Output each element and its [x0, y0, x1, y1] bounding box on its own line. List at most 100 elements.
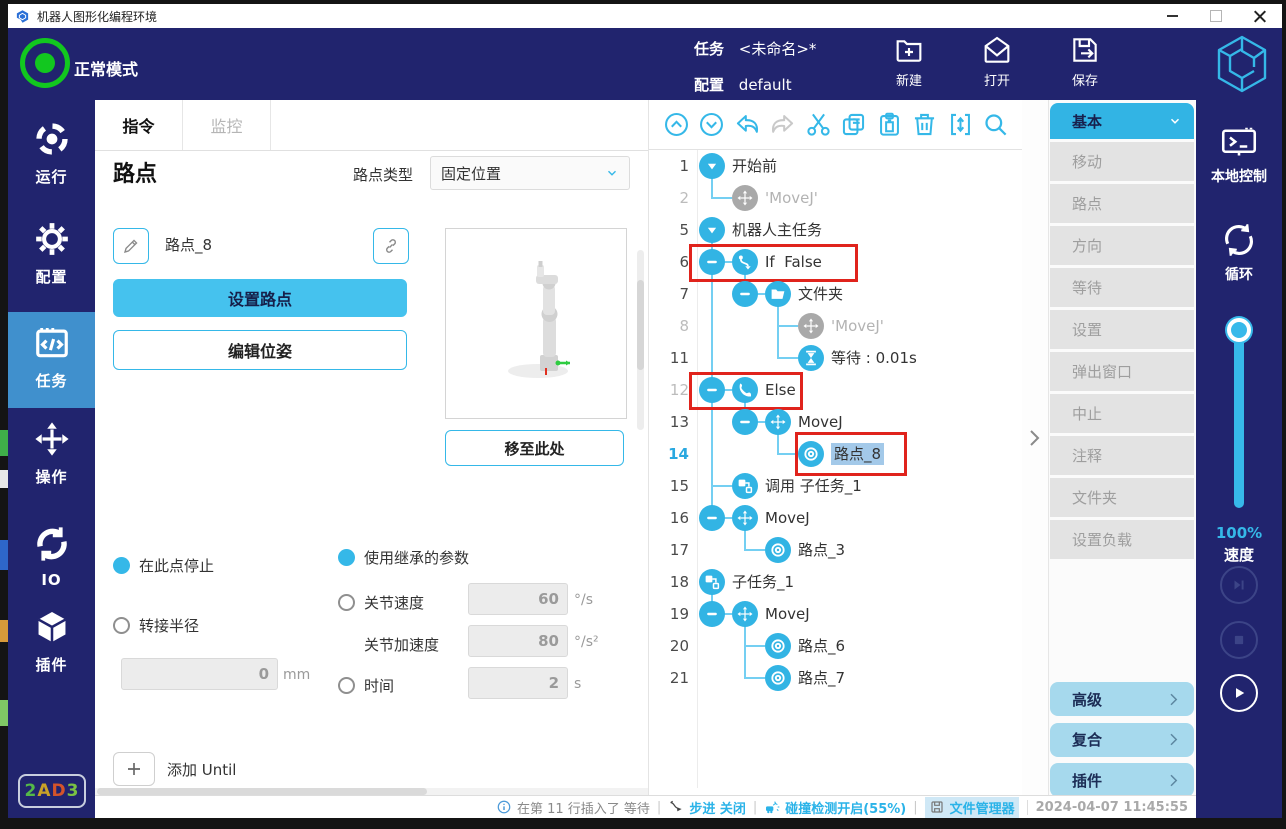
move-here-button[interactable]: 移至此处	[445, 430, 624, 466]
copy-button[interactable]	[840, 111, 867, 138]
step-mode-text: 步进 关闭	[689, 801, 746, 817]
palette-group-复合[interactable]: 复合	[1050, 722, 1194, 757]
sidebar-item-配置[interactable]: 配置	[8, 220, 95, 292]
pencil-icon	[122, 237, 140, 255]
tree-row-路点_3[interactable]: 17 路点_3	[649, 534, 1023, 566]
waypoint-icon	[765, 537, 791, 563]
save-task-icon	[1069, 34, 1101, 66]
tree-row-'MoveJ'[interactable]: 2 'MoveJ'	[649, 182, 1023, 214]
palette-item-等待[interactable]: 等待	[1050, 268, 1194, 307]
tree-row-路点_7[interactable]: 21 路点_7	[649, 662, 1023, 694]
collapse-minus-icon[interactable]	[732, 409, 758, 435]
palette-group-插件[interactable]: 插件	[1050, 763, 1194, 797]
palette-item-弹出窗口[interactable]: 弹出窗口	[1050, 352, 1194, 391]
palette-item-文件夹[interactable]: 文件夹	[1050, 478, 1194, 517]
link-waypoint-button[interactable]	[373, 228, 409, 264]
collapse-down-button[interactable]	[698, 111, 725, 138]
tree-row-'MoveJ'[interactable]: 8 'MoveJ'	[649, 310, 1023, 342]
palette-item-方向[interactable]: 方向	[1050, 226, 1194, 265]
plus-icon	[125, 760, 143, 778]
tab-监控[interactable]: 监控	[183, 100, 271, 150]
minimize-button[interactable]	[1150, 4, 1194, 28]
chevron-right-handle-icon[interactable]	[1028, 428, 1042, 448]
palette-item-中止[interactable]: 中止	[1050, 394, 1194, 433]
search-button[interactable]	[982, 111, 1009, 138]
new-task-button[interactable]: 新建	[888, 34, 930, 89]
edit-pose-button[interactable]: 编辑位姿	[113, 330, 407, 370]
add-until-button[interactable]: 添加 Until	[113, 752, 236, 786]
app-window: 机器人图形化编程环境 正常模式 任务 <未命名>* 配置 default 新建 打…	[8, 4, 1282, 818]
maximize-button[interactable]	[1194, 4, 1238, 28]
sidebar-item-插件[interactable]: 插件	[8, 608, 95, 680]
cut-button[interactable]	[805, 111, 832, 138]
speed-slider-thumb[interactable]	[1227, 318, 1251, 342]
stop-at-point-radio[interactable]: 在此点停止	[113, 555, 214, 576]
node-label: 开始前	[732, 157, 778, 175]
time-input[interactable]: 2	[468, 667, 568, 699]
palette-group-高级[interactable]: 高级	[1050, 682, 1194, 716]
palette-item-路点[interactable]: 路点	[1050, 184, 1194, 223]
inherit-params-radio[interactable]: 使用继承的参数	[338, 547, 469, 568]
blend-radius-radio[interactable]: 转接半径	[113, 615, 199, 636]
speed-slider-track[interactable]	[1234, 336, 1244, 508]
palette-item-设置负载[interactable]: 设置负载	[1050, 520, 1194, 559]
collapse-minus-icon[interactable]	[732, 281, 758, 307]
insert-button[interactable]	[947, 111, 974, 138]
editor-vertical-scrollbar[interactable]	[637, 250, 644, 430]
palette-item-移动[interactable]: 移动	[1050, 142, 1194, 181]
node-label: MoveJ	[765, 509, 810, 527]
tree-row-调用-子任务_1[interactable]: 15 调用 子任务_1	[649, 470, 1023, 502]
joint-speed-input[interactable]: 60	[468, 583, 568, 615]
delete-button[interactable]	[911, 111, 938, 138]
time-radio[interactable]: 时间	[338, 675, 394, 696]
save-task-button[interactable]: 保存	[1064, 34, 1106, 89]
set-waypoint-button[interactable]: 设置路点	[113, 279, 407, 317]
editor-horizontal-scrollbar[interactable]	[95, 788, 648, 795]
sidebar-item-label: 运行	[35, 168, 68, 186]
redo-button[interactable]	[769, 111, 796, 138]
collapse-up-button[interactable]	[663, 111, 690, 138]
tree-row-子任务_1[interactable]: 18 子任务_1	[649, 566, 1023, 598]
sidebar-item-label: IO	[41, 571, 62, 589]
rename-waypoint-button[interactable]	[113, 228, 149, 264]
tree-row-机器人主任务[interactable]: 5 机器人主任务	[649, 214, 1023, 246]
tree-row-文件夹[interactable]: 7 文件夹	[649, 278, 1023, 310]
tree-row-MoveJ[interactable]: 19 MoveJ	[649, 598, 1023, 630]
palette-group-basic[interactable]: 基本	[1050, 103, 1194, 139]
stop-button[interactable]	[1220, 621, 1258, 659]
joint-acc-label-row: 关节加速度	[364, 634, 439, 655]
header-actions: 新建 打开 保存	[888, 34, 1106, 89]
step-mode-toggle[interactable]: 步进 关闭	[668, 798, 746, 817]
local-control-button[interactable]: 本地控制	[1196, 124, 1282, 186]
sidebar-item-运行[interactable]: 运行	[8, 120, 95, 192]
sidebar-item-任务[interactable]: 任务	[8, 312, 95, 408]
undo-button[interactable]	[734, 111, 761, 138]
sidebar-item-IO[interactable]: IO	[8, 525, 95, 597]
tree-row-路点_6[interactable]: 20 路点_6	[649, 630, 1023, 662]
step-forward-button[interactable]	[1220, 566, 1258, 604]
palette-item-设置[interactable]: 设置	[1050, 310, 1194, 349]
tree-row-等待-:-0.01s[interactable]: 11 等待 : 0.01s	[649, 342, 1023, 374]
palette-item-注释[interactable]: 注释	[1050, 436, 1194, 475]
sidebar-item-操作[interactable]: 操作	[8, 420, 95, 492]
loop-button[interactable]: 循环	[1196, 222, 1282, 284]
joint-acc-input[interactable]: 80	[468, 625, 568, 657]
collision-detect-toggle[interactable]: 碰撞检测开启(55%)	[764, 798, 906, 817]
collapse-minus-icon[interactable]	[699, 505, 725, 531]
node-label: 等待 : 0.01s	[831, 349, 917, 367]
tab-指令[interactable]: 指令	[95, 100, 183, 150]
waypoint-editor-panel: 指令 监控 路点 路点类型 固定位置 路点_8 设置路点 编辑位姿 移至此处 在此…	[95, 100, 648, 796]
play-button[interactable]	[1220, 674, 1258, 712]
joint-speed-radio[interactable]: 关节速度	[338, 592, 424, 613]
waypoint-type-select[interactable]: 固定位置	[430, 156, 630, 190]
paste-button[interactable]	[876, 111, 903, 138]
tree-row-MoveJ[interactable]: 16 MoveJ	[649, 502, 1023, 534]
open-task-button[interactable]: 打开	[976, 34, 1018, 89]
movej-icon	[732, 505, 758, 531]
collapse-minus-icon[interactable]	[699, 601, 725, 627]
tree-row-开始前[interactable]: 1 开始前	[649, 150, 1023, 182]
file-manager-button[interactable]: 文件管理器	[924, 796, 1019, 818]
movej-icon	[736, 509, 754, 527]
blend-radius-input[interactable]: 0	[121, 658, 278, 690]
close-button[interactable]	[1238, 4, 1282, 28]
